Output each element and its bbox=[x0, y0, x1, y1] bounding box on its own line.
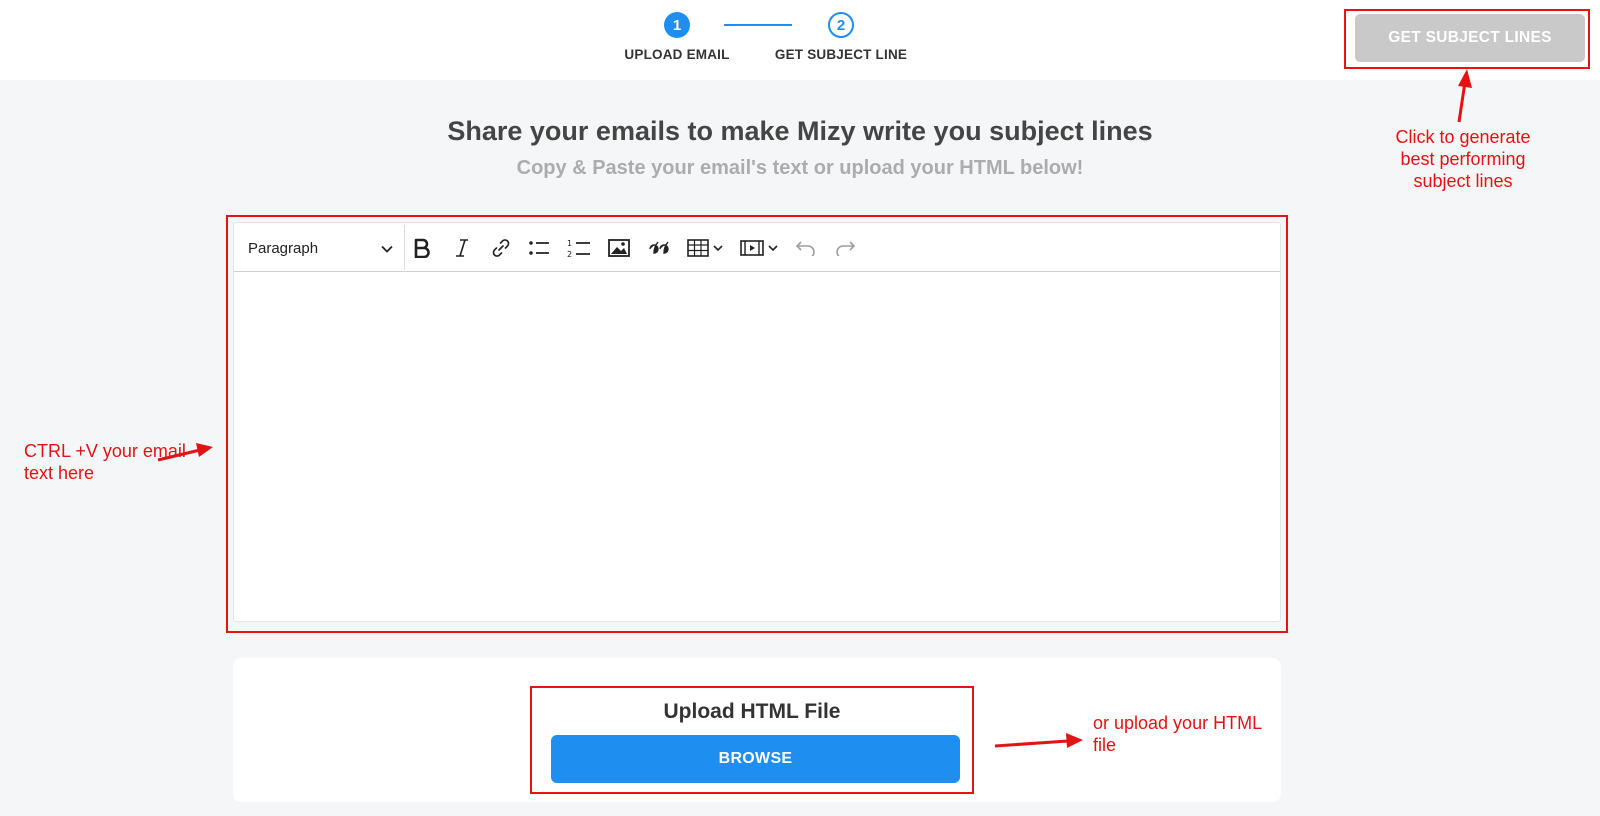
italic-icon[interactable] bbox=[449, 235, 475, 261]
svg-text:1: 1 bbox=[567, 239, 572, 248]
numbered-list-icon[interactable]: 12 bbox=[565, 235, 593, 261]
get-subject-lines-button[interactable]: GET SUBJECT LINES bbox=[1355, 14, 1585, 62]
step-number-2: 2 bbox=[828, 12, 854, 38]
annotation-upload-note: or upload your HTML file bbox=[1093, 713, 1262, 755]
link-icon[interactable] bbox=[488, 235, 514, 261]
annotation-cta-note: Click to generate best performing subjec… bbox=[1395, 127, 1531, 191]
step-upload-email: 1 UPLOAD EMAIL bbox=[622, 12, 732, 62]
svg-text:2: 2 bbox=[567, 250, 572, 258]
image-icon[interactable] bbox=[606, 235, 632, 261]
page-subtitle: Copy & Paste your email's text or upload… bbox=[516, 157, 1084, 179]
undo-icon[interactable] bbox=[793, 235, 819, 261]
editor-content-area[interactable] bbox=[234, 273, 1280, 621]
toolbar-divider bbox=[404, 225, 405, 270]
step-label-upload-email: UPLOAD EMAIL bbox=[624, 47, 730, 62]
blockquote-icon[interactable] bbox=[646, 235, 672, 261]
media-icon[interactable] bbox=[739, 235, 781, 261]
step-label-get-subject-line: GET SUBJECT LINE bbox=[774, 47, 908, 62]
arrow-to-editor-head bbox=[196, 443, 213, 457]
chevron-down-icon bbox=[381, 240, 393, 257]
bold-icon[interactable] bbox=[409, 235, 435, 261]
arrow-to-cta bbox=[1457, 81, 1467, 123]
redo-icon[interactable] bbox=[832, 235, 858, 261]
step-number-1: 1 bbox=[664, 12, 690, 38]
browse-button[interactable]: BROWSE bbox=[551, 735, 960, 783]
bulleted-list-icon[interactable] bbox=[526, 235, 552, 261]
annotation-paste-note: CTRL +V your email text here bbox=[24, 441, 186, 483]
step-get-subject-line: 2 GET SUBJECT LINE bbox=[774, 12, 908, 62]
paragraph-format-select[interactable]: Paragraph bbox=[248, 234, 393, 262]
format-select-value: Paragraph bbox=[248, 239, 319, 257]
page-title: Share your emails to make Mizy write you… bbox=[447, 116, 1153, 146]
upload-title: Upload HTML File bbox=[663, 700, 841, 723]
editor-toolbar: Paragraph 12 bbox=[234, 223, 1280, 272]
rich-text-editor: Paragraph 12 bbox=[233, 222, 1281, 622]
table-icon[interactable] bbox=[685, 235, 727, 261]
